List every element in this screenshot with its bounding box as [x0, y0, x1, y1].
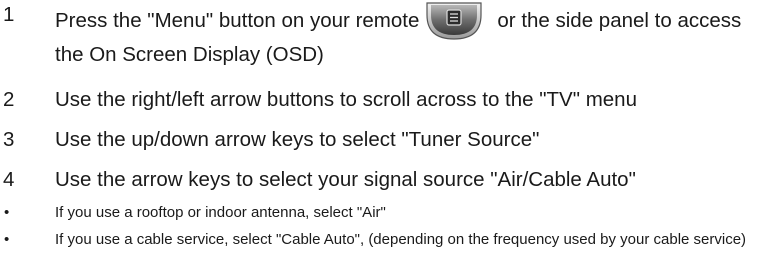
bullet-marker: •	[4, 204, 10, 221]
step-number: 3	[3, 128, 15, 151]
bullet-text: If you use a rooftop or indoor antenna, …	[55, 204, 386, 221]
step-number: 4	[3, 168, 15, 191]
bullet-marker: •	[4, 231, 10, 248]
step-text: Use the right/left arrow buttons to scro…	[55, 88, 637, 111]
step-text: Use the up/down arrow keys to select "Tu…	[55, 128, 540, 151]
bullet-text: If you use a cable service, select "Cabl…	[55, 231, 747, 248]
step-number: 2	[3, 88, 15, 111]
step-text: Press the "Menu" button on your remote	[55, 9, 420, 32]
step-number: 1	[3, 3, 15, 26]
step-text: Use the arrow keys to select your signal…	[55, 168, 636, 191]
menu-button-icon	[425, 1, 483, 41]
